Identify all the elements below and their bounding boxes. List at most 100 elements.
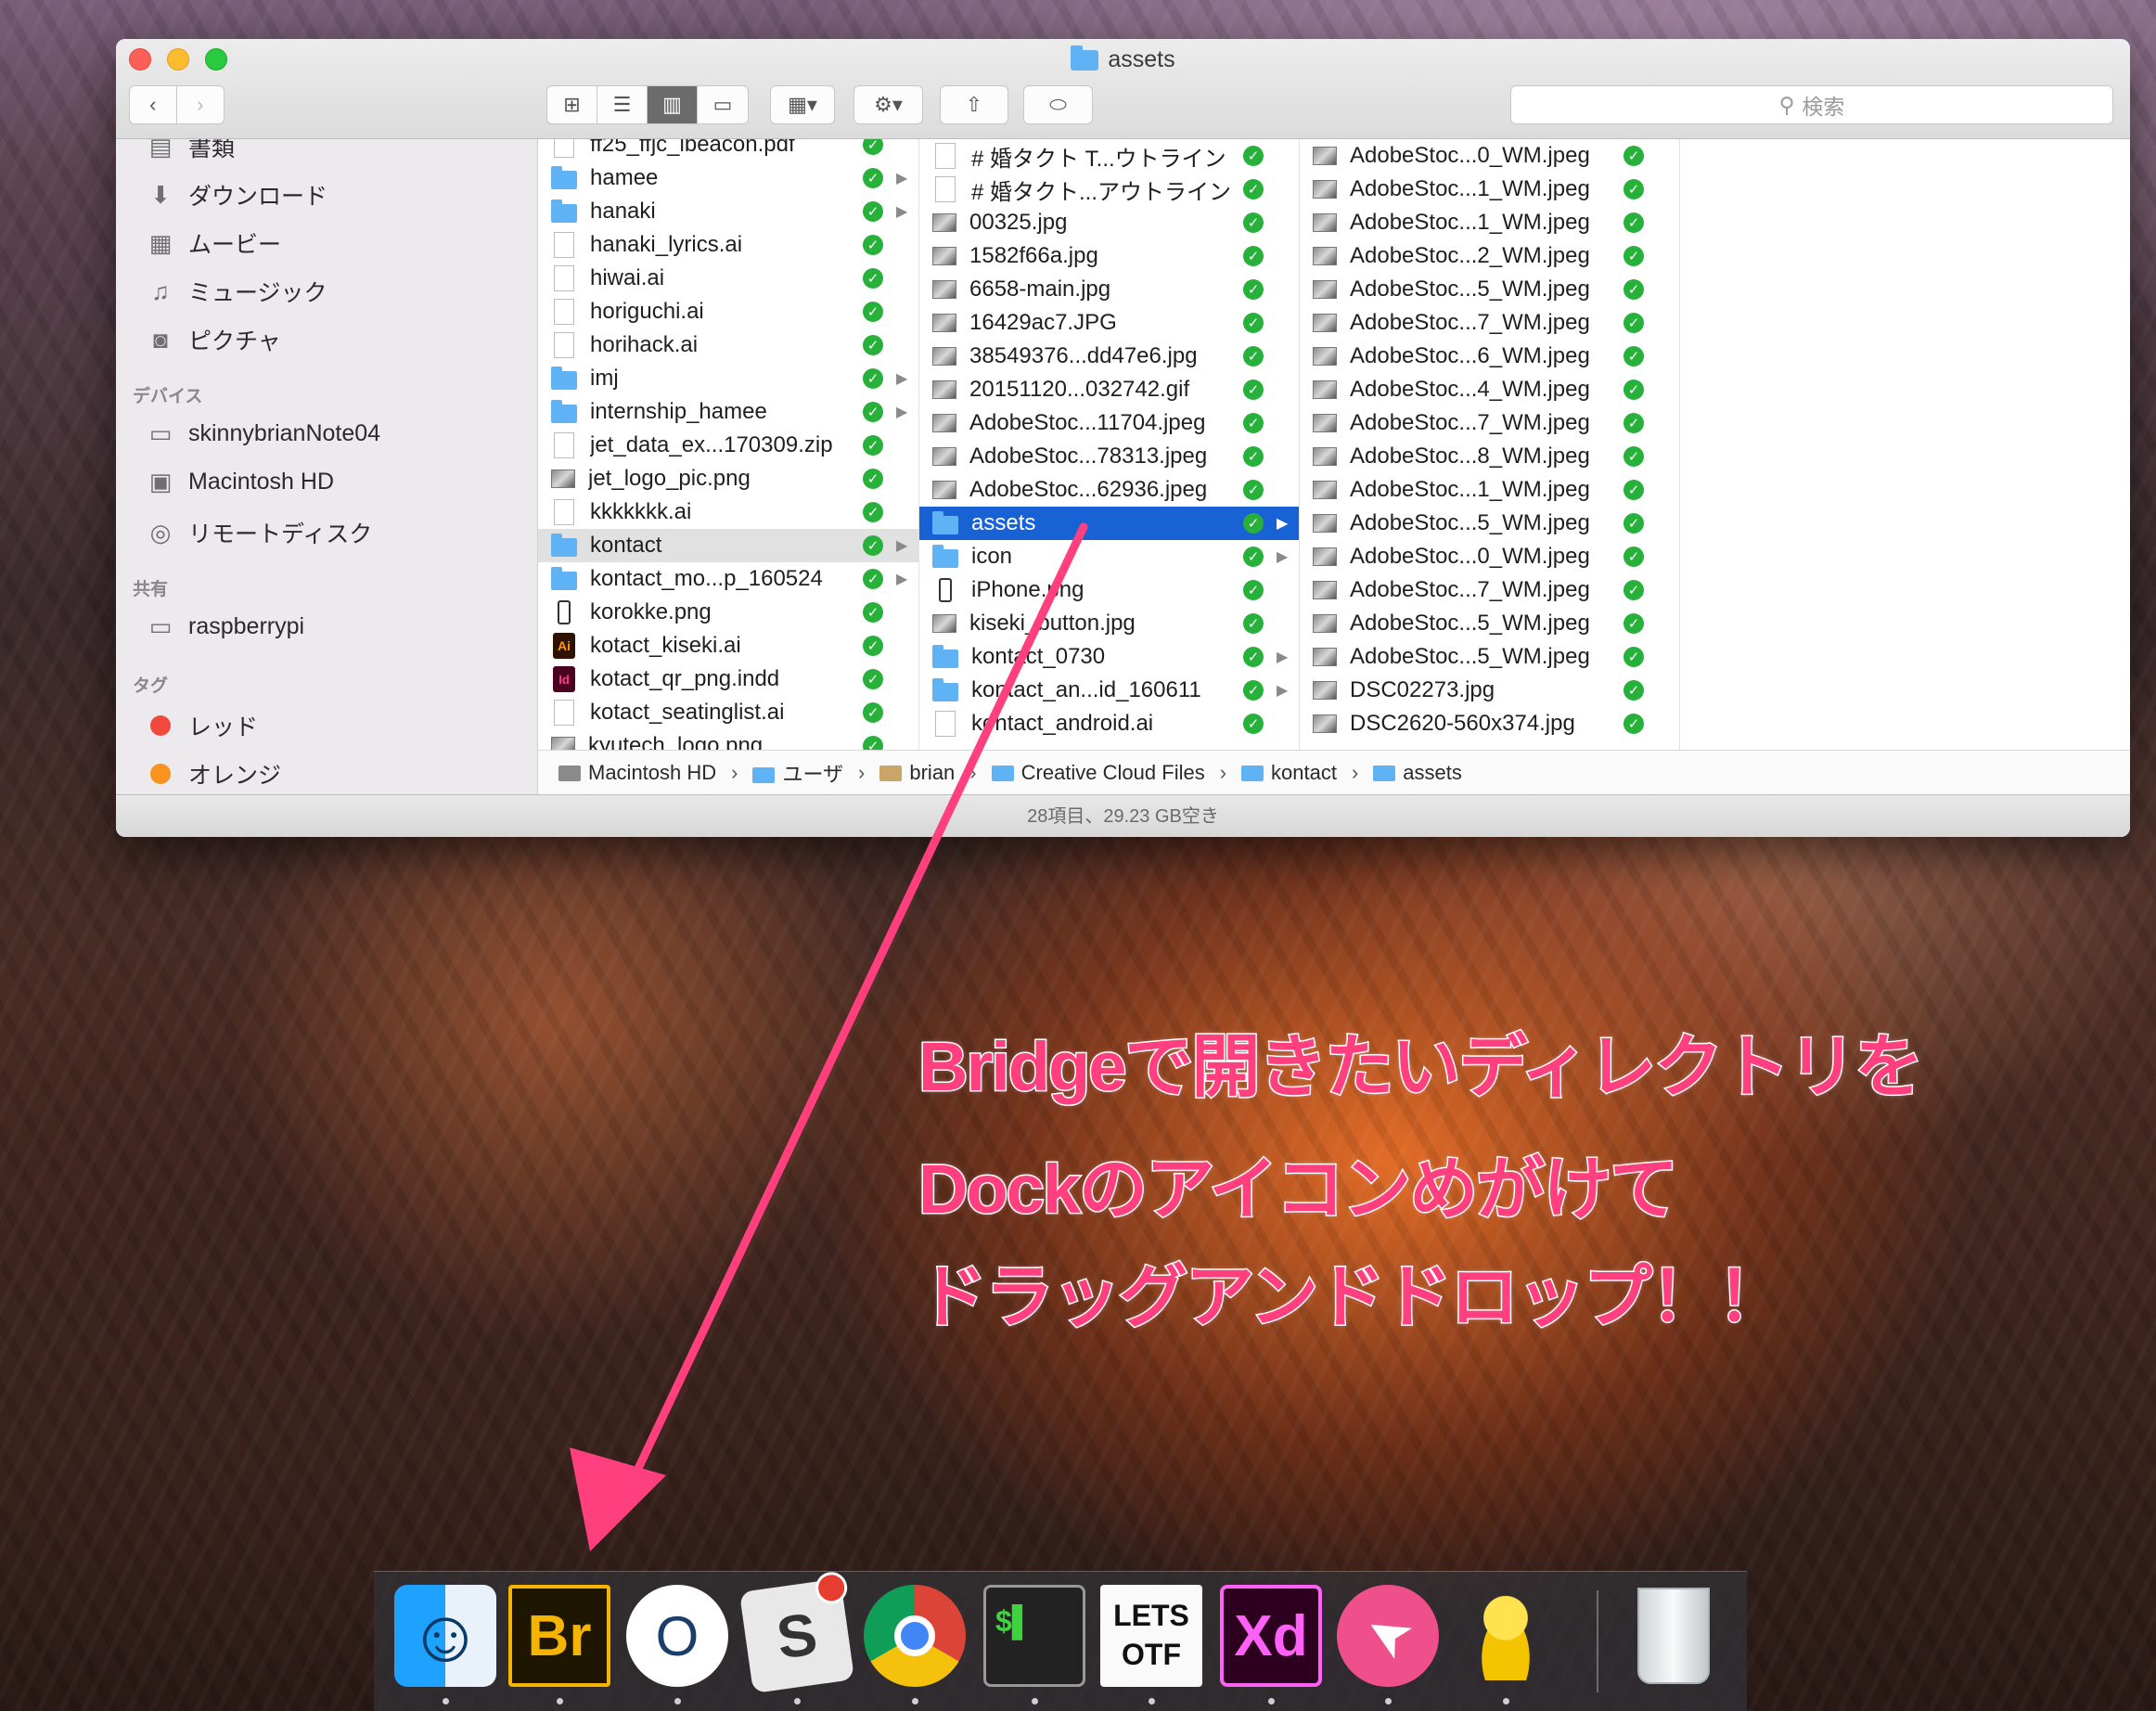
terminal-icon[interactable]: $▌ bbox=[983, 1585, 1085, 1687]
file-row[interactable]: AdobeStoc...1_WM.jpeg ✓ bbox=[1300, 473, 1679, 507]
path-segment[interactable]: assets bbox=[1373, 761, 1462, 785]
sync-check-icon: ✓ bbox=[1243, 680, 1264, 701]
file-row[interactable]: DSC2620-560x374.jpg ✓ bbox=[1300, 707, 1679, 740]
coverflow-view-button[interactable]: ▭ bbox=[698, 86, 748, 123]
file-row[interactable]: Id kotact_qr_png.indd ✓ bbox=[538, 663, 918, 696]
sync-check-icon: ✓ bbox=[1243, 613, 1264, 634]
sidebar-item[interactable]: ◎ リモートディスク bbox=[146, 516, 373, 549]
file-row[interactable]: kotact_seatinglist.ai ✓ bbox=[538, 696, 918, 729]
file-row[interactable]: jet_logo_pic.png ✓ bbox=[538, 462, 918, 495]
file-row[interactable]: korokke.png ✓ bbox=[538, 596, 918, 629]
file-row[interactable]: 38549376...dd47e6.jpg ✓ bbox=[919, 340, 1299, 373]
file-row[interactable]: DSC02273.jpg ✓ bbox=[1300, 674, 1679, 707]
img-file-icon bbox=[1313, 514, 1337, 533]
circle-app-icon[interactable]: O bbox=[626, 1585, 728, 1687]
trash-icon[interactable] bbox=[1623, 1585, 1725, 1687]
sidebar-item[interactable]: ♫ ミュージック bbox=[146, 275, 327, 308]
bridge-icon[interactable]: Br bbox=[508, 1585, 610, 1687]
file-row[interactable]: AdobeStoc...5_WM.jpeg ✓ bbox=[1300, 507, 1679, 540]
file-row[interactable]: horiguchi.ai ✓ bbox=[538, 295, 918, 328]
file-row[interactable]: horihack.ai ✓ bbox=[538, 328, 918, 362]
sidebar-item[interactable]: オレンジ bbox=[146, 757, 281, 791]
sidebar-item[interactable]: ⬇ ダウンロード bbox=[146, 178, 327, 212]
file-row[interactable]: AdobeStoc...78313.jpeg ✓ bbox=[919, 440, 1299, 473]
file-row[interactable]: AdobeStoc...5_WM.jpeg ✓ bbox=[1300, 640, 1679, 674]
file-row[interactable]: internship_hamee ✓ ▶ bbox=[538, 395, 918, 429]
file-row[interactable]: AdobeStoc...2_WM.jpeg ✓ bbox=[1300, 239, 1679, 273]
sidebar-item[interactable]: ▣ Macintosh HD bbox=[146, 468, 334, 495]
path-segment[interactable]: ユーザ bbox=[752, 758, 843, 788]
file-row[interactable]: kontact_mo...p_160524 ✓ ▶ bbox=[538, 562, 918, 596]
action-button[interactable]: ⚙▾ bbox=[853, 85, 923, 124]
file-row[interactable]: Ai kotact_kiseki.ai ✓ bbox=[538, 629, 918, 663]
file-row[interactable]: AdobeStoc...5_WM.jpeg ✓ bbox=[1300, 607, 1679, 640]
folder-file-icon bbox=[932, 545, 958, 568]
file-row[interactable]: kyutech_logo.png ✓ bbox=[538, 729, 918, 750]
file-row[interactable]: kontact_android.ai ✓ bbox=[919, 707, 1299, 740]
skitch-icon[interactable]: ➤ bbox=[1337, 1585, 1439, 1687]
tag-button[interactable]: ⬭ bbox=[1023, 85, 1093, 124]
file-row[interactable]: 20151120...032742.gif ✓ bbox=[919, 373, 1299, 406]
cyberduck-icon[interactable] bbox=[1455, 1585, 1557, 1687]
list-view-button[interactable]: ☰ bbox=[597, 86, 648, 123]
sidebar-item[interactable]: ▭ raspberrypi bbox=[146, 612, 304, 640]
finder-icon[interactable]: ☺ bbox=[394, 1585, 496, 1687]
file-row[interactable]: AdobeStoc...4_WM.jpeg ✓ bbox=[1300, 373, 1679, 406]
file-row[interactable]: 00325.jpg ✓ bbox=[919, 206, 1299, 239]
file-row[interactable]: jet_data_ex...170309.zip ✓ bbox=[538, 429, 918, 462]
xd-icon[interactable]: Xd bbox=[1220, 1585, 1322, 1687]
file-row[interactable]: kkkkkkk.ai ✓ bbox=[538, 495, 918, 529]
column-view-button[interactable]: ▥ bbox=[648, 86, 698, 123]
file-row[interactable]: kontact_an...id_160611 ✓ ▶ bbox=[919, 674, 1299, 707]
file-row[interactable]: AdobeStoc...7_WM.jpeg ✓ bbox=[1300, 573, 1679, 607]
back-button[interactable]: ‹ bbox=[130, 86, 177, 123]
file-row[interactable]: AdobeStoc...8_WM.jpeg ✓ bbox=[1300, 440, 1679, 473]
img-file-icon bbox=[1313, 213, 1337, 232]
file-row[interactable]: imj ✓ ▶ bbox=[538, 362, 918, 395]
file-row[interactable]: AdobeStoc...1_WM.jpeg ✓ bbox=[1300, 206, 1679, 239]
search-field[interactable]: ⚲ 検索 bbox=[1510, 85, 2113, 124]
file-row[interactable]: AdobeStoc...1_WM.jpeg ✓ bbox=[1300, 173, 1679, 206]
file-row[interactable]: icon ✓ ▶ bbox=[919, 540, 1299, 573]
file-row[interactable]: hanaki_lyrics.ai ✓ bbox=[538, 228, 918, 262]
file-row[interactable]: AdobeStoc...11704.jpeg ✓ bbox=[919, 406, 1299, 440]
file-row[interactable]: AdobeStoc...7_WM.jpeg ✓ bbox=[1300, 406, 1679, 440]
arrange-button[interactable]: ▦▾ bbox=[770, 85, 835, 124]
file-row[interactable]: 6658-main.jpg ✓ bbox=[919, 273, 1299, 306]
chrome-icon[interactable] bbox=[864, 1585, 966, 1687]
file-row[interactable]: hiwai.ai ✓ bbox=[538, 262, 918, 295]
icon-view-button[interactable]: ⊞ bbox=[547, 86, 597, 123]
lets-otf-icon[interactable]: LETS OTF bbox=[1100, 1585, 1202, 1687]
file-row[interactable]: kontact ✓ ▶ bbox=[538, 529, 918, 562]
sidebar-item[interactable]: ▭ skinnybrianNote04 bbox=[146, 419, 380, 447]
file-row[interactable]: 1582f66a.jpg ✓ bbox=[919, 239, 1299, 273]
path-segment[interactable]: Creative Cloud Files bbox=[991, 761, 1205, 785]
file-row[interactable]: # 婚タクト...アウトライン ✓ bbox=[919, 173, 1299, 206]
file-row[interactable]: ff25_ffjc_ibeacon.pdf ✓ bbox=[538, 139, 918, 161]
share-button[interactable]: ⇧ bbox=[940, 85, 1008, 124]
file-row[interactable]: assets ✓ ▶ bbox=[919, 507, 1299, 540]
sidebar-item[interactable]: ◙ ピクチャ bbox=[146, 323, 281, 356]
file-row[interactable]: kontact_0730 ✓ ▶ bbox=[919, 640, 1299, 674]
file-row[interactable]: AdobeStoc...62936.jpeg ✓ bbox=[919, 473, 1299, 507]
file-row[interactable]: AdobeStoc...0_WM.jpeg ✓ bbox=[1300, 139, 1679, 173]
file-row[interactable]: hanaki ✓ ▶ bbox=[538, 195, 918, 228]
sidebar-item[interactable]: ▤ 書類 bbox=[146, 139, 235, 163]
file-row[interactable]: AdobeStoc...7_WM.jpeg ✓ bbox=[1300, 306, 1679, 340]
file-row[interactable]: AdobeStoc...5_WM.jpeg ✓ bbox=[1300, 273, 1679, 306]
path-segment[interactable]: brian bbox=[879, 761, 955, 785]
file-row[interactable]: 16429ac7.JPG ✓ bbox=[919, 306, 1299, 340]
file-name: 20151120...032742.gif bbox=[969, 377, 1190, 402]
file-row[interactable]: kiseki_button.jpg ✓ bbox=[919, 607, 1299, 640]
sidebar-item[interactable]: ▦ ムービー bbox=[146, 226, 281, 260]
path-segment[interactable]: kontact bbox=[1241, 761, 1337, 785]
forward-button[interactable]: › bbox=[177, 86, 225, 123]
file-row[interactable]: AdobeStoc...6_WM.jpeg ✓ bbox=[1300, 340, 1679, 373]
file-row[interactable]: # 婚タクト T...ウトライン ✓ bbox=[919, 139, 1299, 173]
file-row[interactable]: AdobeStoc...0_WM.jpeg ✓ bbox=[1300, 540, 1679, 573]
file-row[interactable]: iPhone.png ✓ bbox=[919, 573, 1299, 607]
file-row[interactable]: hamee ✓ ▶ bbox=[538, 161, 918, 195]
path-segment[interactable]: Macintosh HD bbox=[558, 761, 716, 785]
slack-icon[interactable]: S bbox=[738, 1570, 855, 1694]
sidebar-item[interactable]: レッド bbox=[146, 709, 258, 742]
